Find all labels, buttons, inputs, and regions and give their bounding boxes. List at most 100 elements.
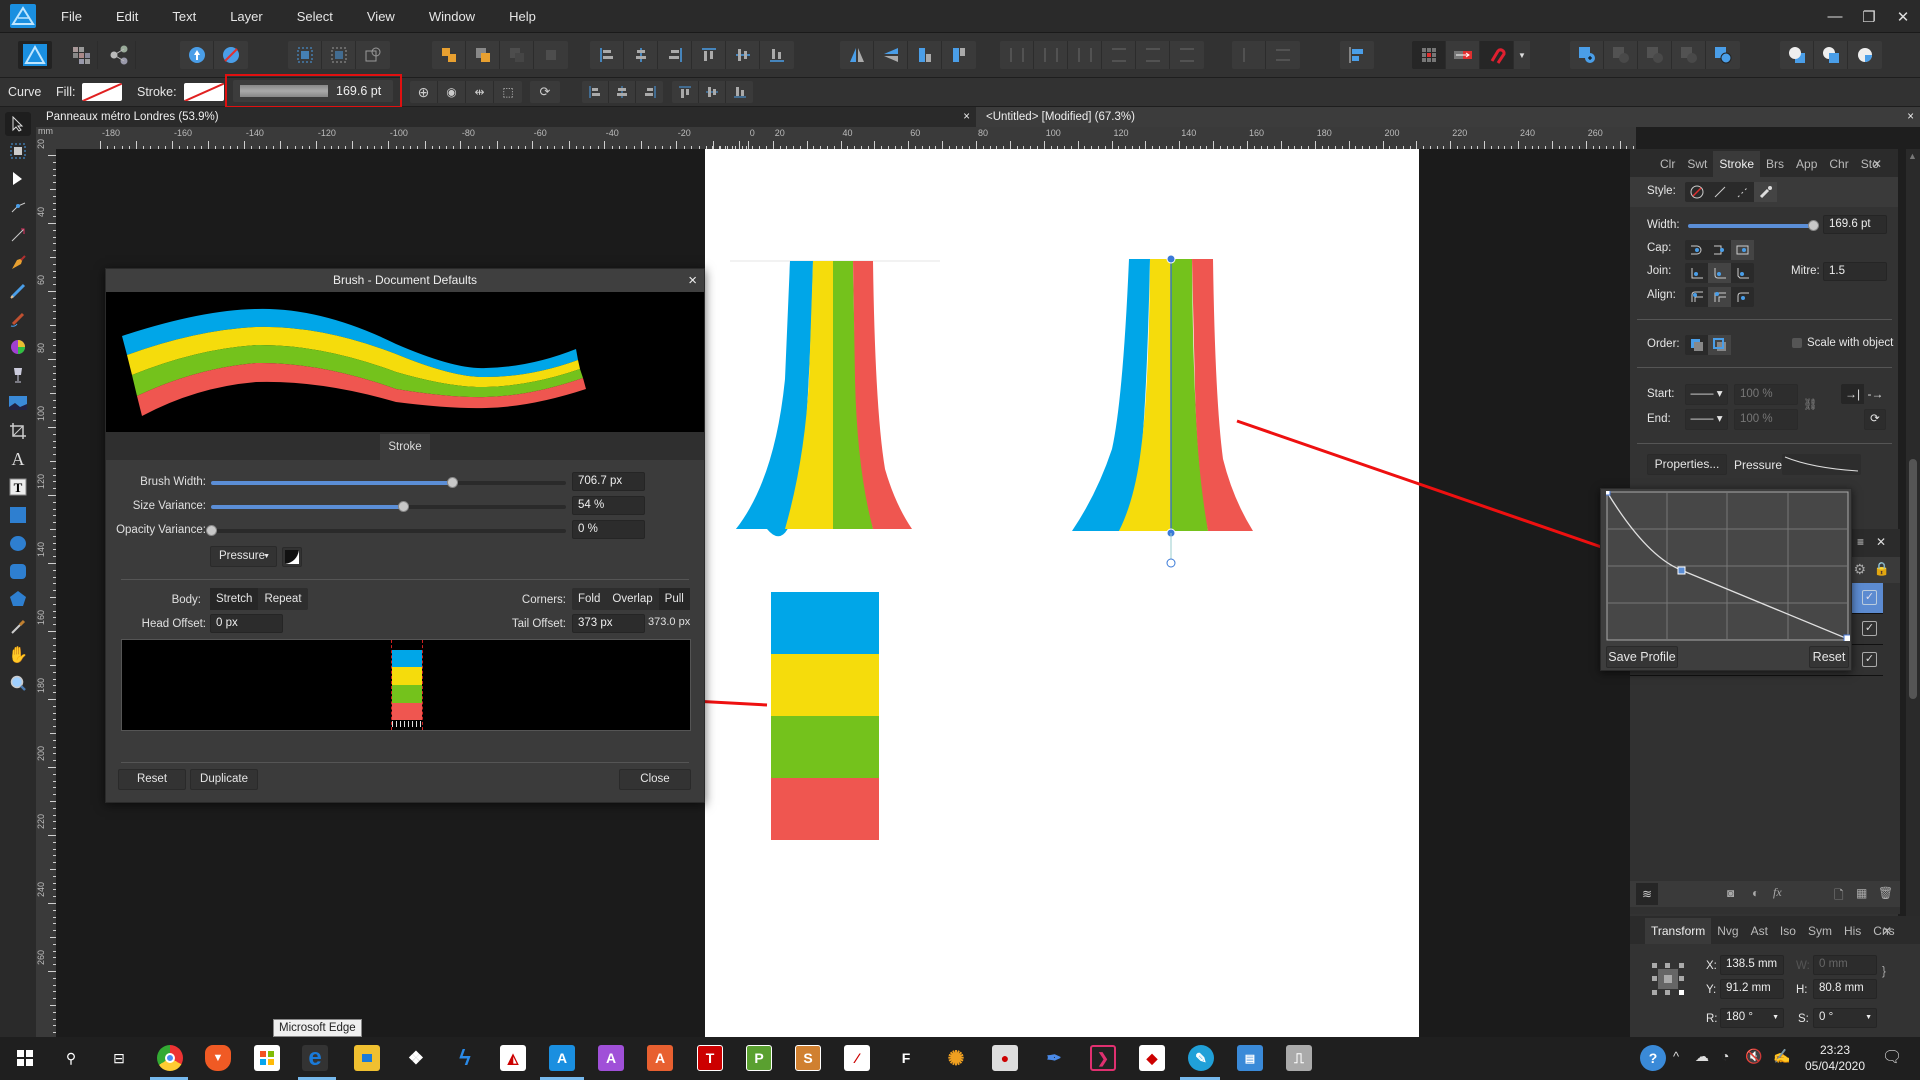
y-field[interactable]: 91.2 mm: [1720, 979, 1784, 999]
close-button[interactable]: Close: [619, 769, 691, 790]
align-left-button[interactable]: [590, 41, 624, 69]
pixel-layer-icon[interactable]: ▦: [1856, 886, 1867, 900]
restore-button[interactable]: ❐: [1852, 8, 1886, 26]
layers-stack-icon[interactable]: ≋: [1636, 883, 1658, 905]
tab-history[interactable]: His: [1838, 918, 1867, 944]
geometry-subtract-button[interactable]: [1814, 41, 1848, 69]
brush-texture-editor[interactable]: [121, 639, 691, 731]
distribute-3-button[interactable]: [1068, 41, 1102, 69]
join-miter-button[interactable]: [1685, 263, 1708, 283]
align-middle-button[interactable]: [726, 41, 760, 69]
xor-boolean-button[interactable]: [1672, 41, 1706, 69]
slider-knob[interactable]: [206, 525, 217, 536]
scrollbar-thumb[interactable]: [1909, 459, 1917, 699]
tab-isometric[interactable]: Iso: [1774, 918, 1802, 944]
frame-text-tool[interactable]: T: [5, 475, 31, 499]
tail-offset-marker[interactable]: [422, 640, 423, 730]
pen-tray-icon[interactable]: ✍: [1773, 1048, 1790, 1065]
tab-colour[interactable]: Clr: [1654, 151, 1681, 177]
start-button[interactable]: [12, 1045, 38, 1071]
reset-curve-button[interactable]: Reset: [1809, 646, 1849, 668]
close-panel-icon[interactable]: ✕: [1866, 151, 1888, 177]
tab-assets[interactable]: Ast: [1745, 918, 1774, 944]
corners-pull-option[interactable]: Pull: [658, 588, 690, 610]
stroke-front-button[interactable]: [1708, 335, 1731, 355]
tab-transform[interactable]: Transform: [1645, 918, 1712, 944]
close-tab-icon[interactable]: ×: [1907, 107, 1914, 127]
distribute-4-button[interactable]: [1102, 41, 1136, 69]
polygon-tool[interactable]: [5, 587, 31, 611]
ctx-align-middle-button[interactable]: [699, 81, 726, 103]
menu-view[interactable]: View: [350, 9, 412, 24]
tab-stroke[interactable]: Stroke: [1713, 151, 1761, 177]
file-explorer-app[interactable]: [354, 1045, 380, 1071]
node-tool[interactable]: [5, 167, 31, 191]
pen-tool[interactable]: [5, 251, 31, 275]
onedrive-icon[interactable]: ☁: [1695, 1048, 1709, 1065]
dropbox-app[interactable]: ❖: [403, 1045, 429, 1071]
body-repeat-option[interactable]: Repeat: [258, 588, 307, 610]
search-button[interactable]: ⚲: [58, 1045, 84, 1071]
style-solid-button[interactable]: [1708, 182, 1731, 202]
intersect-boolean-button[interactable]: [1638, 41, 1672, 69]
fill-swatch[interactable]: [82, 83, 122, 101]
ctx-align-top-button[interactable]: [672, 81, 699, 103]
tail-offset-field[interactable]: 373 px: [572, 614, 645, 633]
distribute-6-button[interactable]: [1170, 41, 1204, 69]
crop-tool[interactable]: [5, 419, 31, 443]
space-vertical-button[interactable]: [1266, 41, 1300, 69]
volume-muted-icon[interactable]: 🔇: [1745, 1048, 1762, 1065]
head-offset-field[interactable]: 0 px: [210, 614, 283, 633]
vector-brush-tool[interactable]: [5, 307, 31, 331]
shear-field[interactable]: 0 ° ▼: [1813, 1008, 1877, 1028]
move-tool[interactable]: [5, 112, 31, 136]
control-panel-app[interactable]: ▤: [1237, 1045, 1263, 1071]
pressure-curve-button[interactable]: [282, 547, 302, 567]
brave-app[interactable]: ▼: [205, 1045, 231, 1071]
cap-butt-button[interactable]: [1685, 240, 1708, 260]
link-aspect-icon[interactable]: }: [1882, 966, 1886, 978]
whiteboard-app[interactable]: ✎: [1188, 1045, 1214, 1071]
reset-button[interactable]: Reset: [118, 769, 186, 790]
rotate-right-button[interactable]: [942, 41, 976, 69]
pixel-persona-button[interactable]: [64, 41, 98, 69]
mitre-field[interactable]: 1.5: [1823, 262, 1887, 281]
hide-selection-button[interactable]: ⇹: [466, 81, 494, 103]
cap-round-button[interactable]: [1708, 240, 1731, 260]
corners-overlap-option[interactable]: Overlap: [606, 588, 658, 610]
menu-text[interactable]: Text: [155, 9, 213, 24]
prompt-app[interactable]: ❯: [1090, 1045, 1116, 1071]
curve-mid-node[interactable]: [1677, 566, 1686, 575]
ellipse-tool[interactable]: [5, 531, 31, 555]
end-scale-dropdown[interactable]: 100 %: [1734, 409, 1798, 430]
align-center-stroke-button[interactable]: [1708, 287, 1731, 307]
x-field[interactable]: 138.5 mm: [1720, 955, 1784, 975]
opacity-variance-field[interactable]: 0 %: [572, 520, 645, 539]
corners-fold-option[interactable]: Fold: [572, 588, 606, 610]
rotate-button[interactable]: ⟳: [530, 81, 560, 103]
color-picker-tool[interactable]: [5, 615, 31, 639]
end-arrowhead-dropdown[interactable]: —— ▾: [1685, 409, 1728, 430]
store-app[interactable]: [254, 1045, 280, 1071]
ctx-align-right-button[interactable]: [636, 81, 663, 103]
subtract-boolean-button[interactable]: [1604, 41, 1638, 69]
flip-horizontal-button[interactable]: [840, 41, 874, 69]
panel-menu-icon[interactable]: ≡: [1857, 535, 1864, 549]
place-image-tool[interactable]: [5, 391, 31, 415]
zoom-tool[interactable]: [5, 671, 31, 695]
tray-chevron-icon[interactable]: ^: [1673, 1049, 1679, 1064]
controller-dropdown[interactable]: Pressure ▼: [210, 546, 277, 567]
gimp-app[interactable]: ✺: [943, 1045, 969, 1071]
tab-symbols[interactable]: Sym: [1802, 918, 1838, 944]
menu-file[interactable]: File: [44, 9, 99, 24]
menu-window[interactable]: Window: [412, 9, 492, 24]
transform-origin-button[interactable]: ⊕: [410, 81, 438, 103]
menu-select[interactable]: Select: [280, 9, 350, 24]
alignment-button[interactable]: [1340, 41, 1374, 69]
rounded-rectangle-tool[interactable]: [5, 559, 31, 583]
affinity-designer-app[interactable]: A: [549, 1045, 575, 1071]
bounding-box-button[interactable]: ⬚: [494, 81, 522, 103]
document-page[interactable]: [705, 149, 1419, 1037]
tab-appearance[interactable]: App: [1790, 151, 1823, 177]
snapping-options-dropdown[interactable]: ▼: [1514, 41, 1530, 69]
